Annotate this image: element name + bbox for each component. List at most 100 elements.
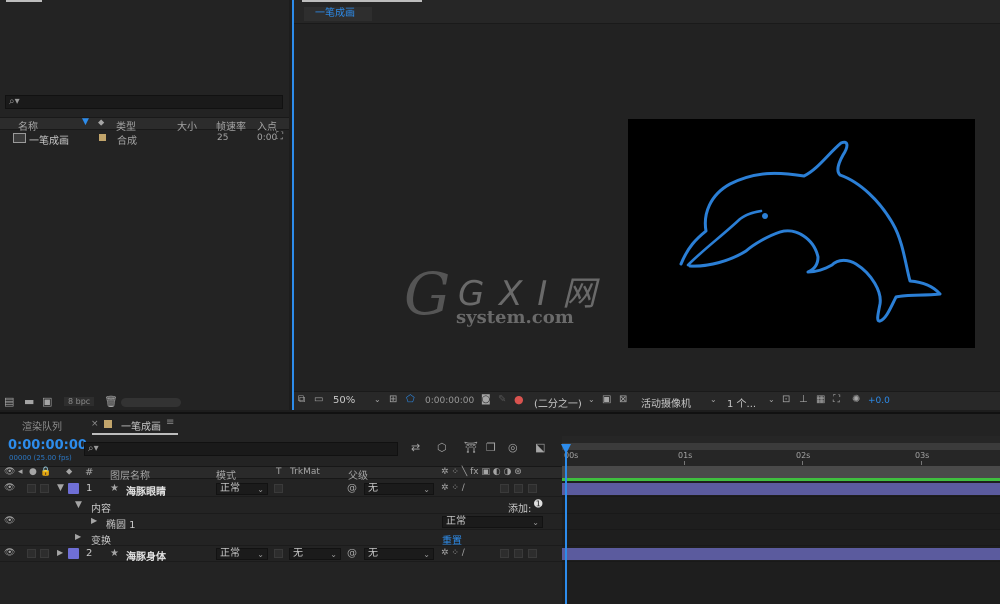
snapshot-icon[interactable]: ◙ (481, 394, 491, 405)
track-area[interactable]: I I I (562, 466, 1000, 604)
composition-canvas[interactable] (628, 119, 975, 348)
lock-icon[interactable]: 🔒 (40, 467, 51, 477)
transparency-grid-icon[interactable]: ⊠ (619, 394, 627, 405)
trash-icon[interactable]: 🗑 (104, 395, 118, 408)
exposure-icon[interactable]: ✺ (852, 394, 860, 405)
add-button-icon[interactable]: ➊ (534, 499, 542, 510)
monitor-icon[interactable]: ▭ (314, 394, 323, 405)
switch-box[interactable] (528, 484, 537, 493)
playhead[interactable] (565, 444, 567, 604)
layer-name[interactable]: 海豚眼睛 (126, 483, 166, 498)
toggle-pixel-aspect-icon[interactable]: ⊡ (782, 394, 790, 405)
layer-row-2[interactable]: 👁 ▶ 2 ★ 海豚身体 正常 ⌄ 无 ⌄ @ 无 ⌄ ✲ ⁘ ∕ (0, 546, 562, 563)
flowchart-icon[interactable]: ⛶ (833, 394, 840, 405)
switch-box[interactable] (500, 484, 509, 493)
thumbnail-scrollbar[interactable] (121, 398, 181, 407)
current-time[interactable]: 0:00:00:00 (8, 438, 87, 453)
region-of-interest-icon[interactable]: ▣ (602, 394, 611, 405)
blend-mode-dropdown[interactable]: 正常 ⌄ (216, 548, 268, 560)
motion-blur-icon[interactable]: ◎ (508, 441, 518, 454)
tab-comp[interactable]: 一笔成画 (121, 418, 161, 433)
views-dropdown[interactable]: 1 个... ⌄ (724, 395, 776, 410)
reset-link[interactable]: 重置 (442, 532, 462, 547)
switch-box[interactable] (514, 484, 523, 493)
project-item-row[interactable]: 一笔成画 合成 25 0:00 ⛶ (0, 131, 289, 147)
flowchart-icon[interactable]: ⛶ (276, 131, 283, 142)
sort-arrow-icon[interactable]: ▼ (82, 117, 89, 127)
lock-box[interactable] (40, 484, 49, 493)
shy-layers-icon[interactable]: ⛩ (464, 441, 478, 454)
expand-triangle-icon[interactable]: ▼ (57, 483, 64, 493)
ellipse-mode-dropdown[interactable]: 正常 ⌄ (442, 516, 543, 528)
eye-icon[interactable]: 👁 (4, 516, 15, 526)
solo-box[interactable] (27, 484, 36, 493)
preserve-transparency-box[interactable] (274, 484, 283, 493)
tab-render-queue[interactable]: 渲染队列 (22, 418, 62, 433)
ellipse-row[interactable]: 👁 ▶ 椭圆 1 正常 ⌄ (0, 514, 562, 531)
layer-switches[interactable]: ✲ ⁘ ∕ (441, 483, 465, 493)
label-tag-icon[interactable]: ⬥ (98, 118, 104, 128)
switch-box[interactable] (500, 549, 509, 558)
fast-previews-icon[interactable]: ⊥ (799, 394, 808, 405)
transform-row[interactable]: ▶ 变换 重置 (0, 530, 562, 547)
audio-icon[interactable]: ◂ (18, 467, 23, 477)
exposure-value[interactable]: +0.0 (868, 396, 890, 406)
column-layer-name[interactable]: 图层名称 (110, 467, 150, 482)
bpc-button[interactable]: 8 bpc (64, 397, 95, 406)
layer-duration-bar[interactable] (562, 548, 1000, 560)
parent-dropdown[interactable]: 无 ⌄ (364, 483, 434, 495)
mask-visibility-icon[interactable]: ⬠ (406, 394, 415, 405)
interpret-footage-icon[interactable]: ▤ (4, 395, 14, 408)
color-channel-icon[interactable]: ● (514, 393, 524, 406)
viewer-timecode[interactable]: 0:00:00:00 (425, 396, 474, 406)
switch-box[interactable] (514, 549, 523, 558)
solo-icon[interactable]: ● (29, 467, 37, 477)
timeline-icon[interactable]: ▦ (816, 394, 825, 405)
collapse-triangle-icon[interactable]: ▶ (91, 516, 97, 525)
layer-label-swatch[interactable] (68, 483, 79, 494)
layer-label-swatch[interactable] (68, 548, 79, 559)
zoom-dropdown[interactable]: 50% ⌄ (330, 395, 382, 408)
pick-whip-icon[interactable]: @ (347, 483, 357, 494)
frame-blending-icon[interactable]: ❐ (486, 441, 496, 454)
trkmat-dropdown[interactable]: 无 ⌄ (289, 548, 341, 560)
contents-row[interactable]: ▼ 内容 添加: ➊ (0, 498, 562, 515)
layer-switches[interactable]: ✲ ⁘ ∕ (441, 548, 465, 558)
label-tag-icon[interactable]: ⬥ (66, 467, 72, 477)
switch-box[interactable] (528, 549, 537, 558)
panel-menu-icon[interactable]: ≡ (166, 417, 174, 428)
preserve-transparency-box[interactable] (274, 549, 283, 558)
layer-name[interactable]: 海豚身体 (126, 548, 166, 563)
layer-search-input[interactable]: ⌕▾ (84, 442, 398, 456)
show-snapshot-icon[interactable]: ✎ (498, 394, 506, 405)
pick-whip-icon[interactable]: @ (347, 548, 357, 559)
time-ruler[interactable]: 00s 01s 02s 03s (562, 436, 1000, 466)
eye-icon[interactable]: 👁 (4, 467, 15, 477)
parent-dropdown[interactable]: 无 ⌄ (364, 548, 434, 560)
new-folder-icon[interactable]: ▬ (24, 395, 34, 408)
safe-margins-icon[interactable]: ⊞ (389, 394, 397, 405)
solo-box[interactable] (27, 549, 36, 558)
always-preview-icon[interactable]: ⧉ (298, 394, 305, 405)
graph-editor-icon[interactable]: ⬕ (535, 441, 545, 454)
layer-row-1[interactable]: 👁 ▼ 1 ★ 海豚眼睛 正常 ⌄ @ 无 ⌄ ✲ ⁘ ∕ (0, 481, 562, 498)
collapse-triangle-icon[interactable]: ▶ (75, 532, 81, 541)
close-tab-icon[interactable]: × (91, 419, 99, 429)
eye-icon[interactable]: 👁 (4, 548, 15, 558)
new-composition-icon[interactable]: ▣ (42, 395, 52, 408)
viewer-comp-tab[interactable]: 一笔成画 (304, 7, 372, 21)
ellipse-label[interactable]: 椭圆 1 (106, 516, 136, 531)
comp-mini-flowchart-icon[interactable]: ⇄ (411, 441, 420, 454)
layer-duration-bar[interactable] (562, 483, 1000, 495)
work-area-bar[interactable] (562, 443, 1000, 450)
current-time-frames: 00000 (25.00 fps) (9, 454, 72, 462)
camera-dropdown[interactable]: 活动摄像机 ⌄ (638, 395, 720, 410)
project-search-input[interactable]: ⌕▾ (5, 95, 283, 109)
expand-triangle-icon[interactable]: ▼ (75, 500, 82, 510)
draft-3d-icon[interactable]: ⬡ (437, 441, 447, 454)
resolution-dropdown[interactable]: (二分之一) ⌄ (532, 395, 596, 410)
lock-box[interactable] (40, 549, 49, 558)
eye-icon[interactable]: 👁 (4, 483, 15, 493)
blend-mode-dropdown[interactable]: 正常 ⌄ (216, 483, 268, 495)
collapse-triangle-icon[interactable]: ▶ (57, 548, 63, 557)
